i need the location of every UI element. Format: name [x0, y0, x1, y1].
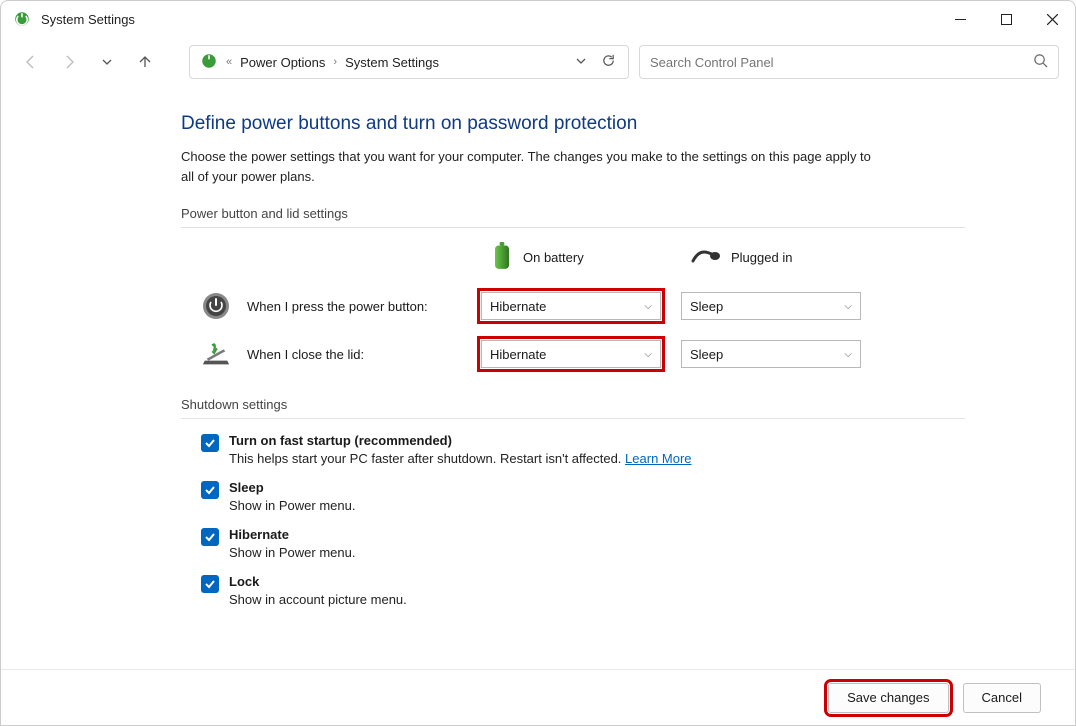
power-options-app-icon	[13, 10, 31, 28]
search-box[interactable]	[639, 45, 1059, 79]
checkbox-description: This helps start your PC faster after sh…	[229, 451, 692, 466]
section-power-buttons-label: Power button and lid settings	[181, 206, 965, 221]
close-button[interactable]	[1029, 3, 1075, 35]
power-button-battery-select[interactable]: Hibernate ⌵	[481, 292, 661, 320]
titlebar: System Settings	[1, 1, 1075, 37]
chevron-down-icon: ⌵	[844, 301, 852, 312]
window: System Settings « P	[0, 0, 1076, 726]
shutdown-option-hibernate: Hibernate Show in Power menu.	[181, 527, 965, 560]
toolbar: « Power Options › System Settings	[1, 37, 1075, 87]
shutdown-option-lock: Lock Show in account picture menu.	[181, 574, 965, 607]
minimize-button[interactable]	[937, 3, 983, 35]
column-plugged-in: Plugged in	[681, 247, 881, 268]
row-label: When I press the power button:	[247, 299, 428, 314]
page-heading: Define power buttons and turn on passwor…	[181, 113, 965, 135]
select-value: Hibernate	[490, 347, 546, 362]
divider	[181, 227, 965, 228]
close-lid-plugged-select[interactable]: Sleep ⌵	[681, 340, 861, 368]
chevron-down-icon: ⌵	[844, 349, 852, 360]
breadcrumbs: « Power Options › System Settings	[226, 55, 567, 70]
column-label-battery: On battery	[523, 250, 584, 265]
address-bar[interactable]: « Power Options › System Settings	[189, 45, 629, 79]
row-label: When I close the lid:	[247, 347, 364, 362]
power-button-icon	[201, 291, 231, 321]
laptop-lid-icon	[201, 339, 231, 369]
nav-up-button[interactable]	[131, 48, 159, 76]
cancel-button[interactable]: Cancel	[963, 683, 1041, 713]
row-close-lid: When I close the lid:	[181, 339, 481, 369]
page-description: Choose the power settings that you want …	[181, 147, 881, 186]
power-button-plugged-select[interactable]: Sleep ⌵	[681, 292, 861, 320]
power-options-breadcrumb-icon	[200, 52, 218, 73]
shutdown-option-sleep: Sleep Show in Power menu.	[181, 480, 965, 513]
address-dropdown-icon[interactable]	[575, 55, 587, 70]
nav-forward-button[interactable]	[55, 48, 83, 76]
checkbox[interactable]	[201, 575, 219, 593]
content-area: Define power buttons and turn on passwor…	[1, 87, 1075, 669]
checkbox[interactable]	[201, 481, 219, 499]
search-icon[interactable]	[1033, 53, 1048, 71]
breadcrumb-item[interactable]: Power Options	[240, 55, 325, 70]
select-value: Sleep	[690, 299, 723, 314]
checkbox-label: Sleep	[229, 480, 355, 495]
chevron-down-icon: ⌵	[644, 349, 652, 360]
checkbox-label: Turn on fast startup (recommended)	[229, 433, 692, 448]
breadcrumb-item[interactable]: System Settings	[345, 55, 439, 70]
search-input[interactable]	[650, 55, 1033, 70]
checkbox-label: Lock	[229, 574, 407, 589]
close-lid-battery-select[interactable]: Hibernate ⌵	[481, 340, 661, 368]
column-on-battery: On battery	[481, 242, 681, 273]
divider	[181, 418, 965, 419]
row-power-button: When I press the power button:	[181, 291, 481, 321]
checkbox-description: Show in Power menu.	[229, 545, 355, 560]
nav-history-dropdown[interactable]	[93, 48, 121, 76]
plug-icon	[691, 247, 721, 268]
checkbox[interactable]	[201, 434, 219, 452]
learn-more-link[interactable]: Learn More	[625, 451, 691, 466]
section-shutdown-label: Shutdown settings	[181, 397, 965, 412]
checkbox[interactable]	[201, 528, 219, 546]
battery-icon	[491, 242, 513, 273]
window-title: System Settings	[41, 12, 937, 27]
column-label-plugged: Plugged in	[731, 250, 792, 265]
checkbox-description: Show in Power menu.	[229, 498, 355, 513]
maximize-button[interactable]	[983, 3, 1029, 35]
save-changes-button[interactable]: Save changes	[828, 683, 948, 713]
refresh-button[interactable]	[601, 53, 616, 71]
checkbox-label: Hibernate	[229, 527, 355, 542]
nav-back-button[interactable]	[17, 48, 45, 76]
chevron-right-icon: ›	[333, 56, 337, 68]
select-value: Hibernate	[490, 299, 546, 314]
chevron-down-icon: ⌵	[644, 301, 652, 312]
checkbox-description: Show in account picture menu.	[229, 592, 407, 607]
power-button-grid: On battery Plugged in When I press the p…	[181, 242, 965, 369]
footer: Save changes Cancel	[1, 669, 1075, 725]
breadcrumb-prefix[interactable]: «	[226, 56, 232, 68]
select-value: Sleep	[690, 347, 723, 362]
shutdown-option-fast-startup: Turn on fast startup (recommended) This …	[181, 433, 965, 466]
